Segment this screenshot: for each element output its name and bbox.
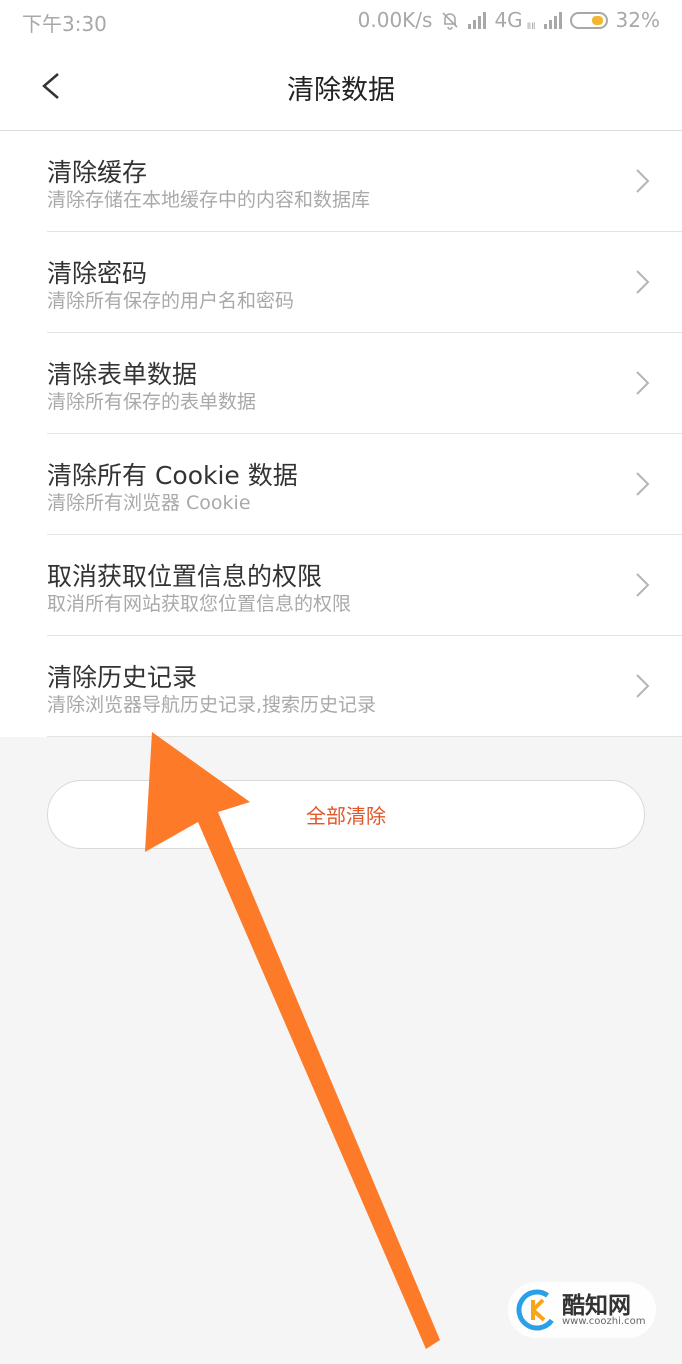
list-item-subtitle: 清除所有保存的用户名和密码 — [47, 290, 295, 312]
page-title: 清除数据 — [287, 75, 395, 106]
list-item-subtitle: 清除浏览器导航历史记录,搜索历史记录 — [47, 694, 377, 716]
app-header: 清除数据 — [0, 40, 682, 131]
signal-bars-icon — [543, 11, 562, 29]
watermark-url: www.coozhi.com — [562, 1316, 646, 1327]
watermark: 酷知网 www.coozhi.com — [508, 1282, 656, 1338]
list-item-clear-passwords[interactable]: 清除密码 清除所有保存的用户名和密码 — [47, 232, 682, 333]
chevron-right-icon — [636, 371, 650, 395]
coozhi-logo-icon — [516, 1289, 558, 1331]
chevron-right-icon — [636, 472, 650, 496]
network-type: 4G — [494, 8, 523, 32]
status-indicators: 0.00K/s 4G ⅡⅡ 32% — [358, 8, 660, 32]
clear-data-list: 清除缓存 清除存储在本地缓存中的内容和数据库 清除密码 清除所有保存的用户名和密… — [0, 131, 682, 737]
list-item-clear-history[interactable]: 清除历史记录 清除浏览器导航历史记录,搜索历史记录 — [47, 636, 682, 737]
list-item-title: 清除表单数据 — [47, 360, 198, 389]
network-subscript: ⅡⅡ — [526, 22, 536, 32]
list-item-subtitle: 清除所有保存的表单数据 — [47, 391, 257, 413]
chevron-right-icon — [636, 169, 650, 193]
list-item-clear-form-data[interactable]: 清除表单数据 清除所有保存的表单数据 — [47, 333, 682, 434]
status-time: 下午3:30 — [22, 12, 107, 36]
list-item-title: 清除所有 Cookie 数据 — [47, 461, 298, 490]
list-item-subtitle: 清除存储在本地缓存中的内容和数据库 — [47, 189, 371, 211]
watermark-name: 酷知网 — [562, 1293, 631, 1319]
list-item-title: 清除缓存 — [47, 158, 148, 187]
battery-icon — [569, 11, 608, 29]
list-item-clear-cookies[interactable]: 清除所有 Cookie 数据 清除所有浏览器 Cookie — [47, 434, 682, 535]
chevron-right-icon — [636, 573, 650, 597]
list-item-subtitle: 清除所有浏览器 Cookie — [47, 492, 251, 514]
list-item-revoke-location[interactable]: 取消获取位置信息的权限 取消所有网站获取您位置信息的权限 — [47, 535, 682, 636]
list-item-title: 清除历史记录 — [47, 663, 198, 692]
list-item-subtitle: 取消所有网站获取您位置信息的权限 — [47, 593, 352, 615]
list-item-title: 取消获取位置信息的权限 — [47, 562, 323, 591]
list-item-title: 清除密码 — [47, 259, 148, 288]
clear-all-button[interactable]: 全部清除 — [47, 780, 645, 849]
chevron-right-icon — [636, 270, 650, 294]
bell-off-icon — [442, 12, 459, 30]
signal-bars-icon — [468, 11, 487, 29]
chevron-right-icon — [636, 674, 650, 698]
network-speed: 0.00K/s — [357, 8, 433, 32]
battery-percent: 32% — [615, 8, 660, 32]
status-bar: 下午3:30 0.00K/s 4G ⅡⅡ 32% — [0, 0, 682, 40]
list-item-clear-cache[interactable]: 清除缓存 清除存储在本地缓存中的内容和数据库 — [47, 131, 682, 232]
